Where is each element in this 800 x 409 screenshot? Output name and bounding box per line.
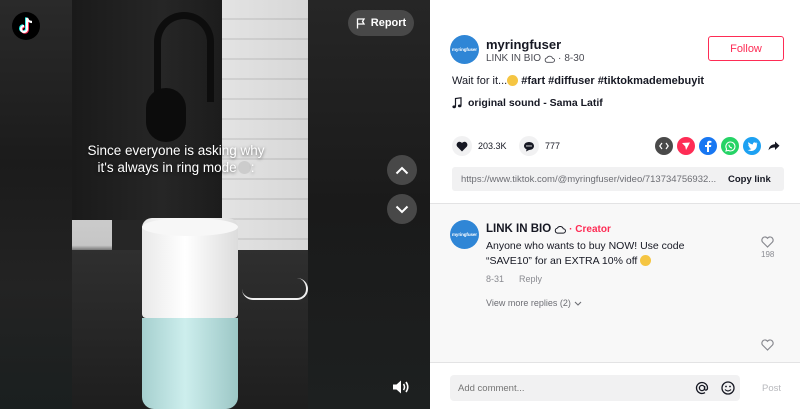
- send-icon[interactable]: [677, 137, 695, 155]
- report-button[interactable]: Report: [348, 10, 414, 36]
- video-url[interactable]: https://www.tiktok.com/@myringfuser/vide…: [452, 174, 722, 185]
- volume-button[interactable]: [388, 374, 414, 400]
- diffuser-top: [142, 218, 238, 318]
- comment-text: Anyone who wants to buy NOW! Use code “S…: [486, 239, 726, 269]
- mention-icon[interactable]: [694, 380, 710, 396]
- comment-like-count: 198: [761, 250, 775, 259]
- comment-stat[interactable]: 777: [519, 136, 560, 156]
- post-button[interactable]: Post: [762, 383, 781, 394]
- hashtags[interactable]: #fart #diffuser #tiktokmademebuyit: [521, 75, 704, 87]
- cloud-icon: [554, 225, 567, 234]
- avatar-text: myringfuser: [452, 47, 477, 52]
- commenter-avatar-text: myringfuser: [452, 232, 477, 237]
- commenter-name[interactable]: LINK IN BIO: [486, 223, 551, 235]
- post-date: 8-30: [564, 53, 585, 64]
- diffuser-bottom: [142, 318, 238, 409]
- tiktok-video-page: Since everyone is asking why it's always…: [0, 0, 800, 409]
- next-video-button[interactable]: [387, 194, 417, 224]
- info-panel: myringfuser myringfuser LINK IN BIO · 8-…: [430, 0, 800, 409]
- headphone-cup: [146, 88, 186, 142]
- video-blur-left: [0, 0, 72, 409]
- heart-outline-icon[interactable]: [761, 236, 774, 248]
- copy-link-button[interactable]: Copy link: [722, 174, 771, 185]
- speaker-icon: [393, 380, 409, 394]
- description-text: Wait for it...: [452, 75, 508, 87]
- report-label: Report: [370, 17, 407, 29]
- video-caption: Since everyone is asking why it's always…: [87, 143, 265, 175]
- emoji-icon: [640, 255, 652, 266]
- music-link[interactable]: original sound - Sama Latif: [452, 97, 603, 109]
- heart-outline-icon[interactable]: [761, 339, 774, 351]
- whatsapp-icon[interactable]: [721, 137, 739, 155]
- video-description: Wait for it... #fart #diffuser #tiktokma…: [452, 75, 704, 87]
- view-more-label: View more replies (2): [486, 298, 571, 308]
- emoji-picker-icon[interactable]: [720, 380, 736, 396]
- facebook-icon[interactable]: [699, 137, 717, 155]
- chevron-up-icon: [395, 166, 409, 174]
- like-count: 203.3K: [478, 141, 507, 151]
- comment-bar: Post: [430, 362, 800, 409]
- creator-badge: · Creator: [569, 223, 611, 235]
- share-arrow-icon[interactable]: [765, 137, 783, 155]
- comment-body: Anyone who wants to buy NOW! Use code “S…: [486, 240, 685, 267]
- comment-count: 777: [545, 141, 561, 151]
- author-username[interactable]: myringfuser: [486, 37, 561, 52]
- comment-date: 8-31: [486, 274, 505, 284]
- video-player[interactable]: Since everyone is asking why it's always…: [0, 0, 430, 409]
- embed-icon[interactable]: [655, 137, 673, 155]
- follow-button[interactable]: Follow: [708, 36, 784, 61]
- music-title: original sound - Sama Latif: [468, 97, 603, 109]
- cable: [242, 278, 308, 300]
- author-nickname-line: LINK IN BIO · 8-30: [486, 53, 584, 64]
- video-frame[interactable]: [72, 0, 308, 409]
- author-nickname: LINK IN BIO: [486, 53, 542, 64]
- chevron-down-icon: [395, 205, 409, 213]
- skull-emoji-icon: [237, 161, 251, 174]
- like-stat[interactable]: 203.3K: [452, 136, 507, 156]
- next-comment-like[interactable]: [761, 339, 774, 351]
- flag-icon: [356, 17, 365, 28]
- tiktok-logo-icon[interactable]: [12, 12, 40, 40]
- copy-link-box: https://www.tiktok.com/@myringfuser/vide…: [452, 167, 784, 191]
- chevron-down-icon: [574, 301, 582, 306]
- author-avatar[interactable]: myringfuser: [450, 35, 479, 64]
- commenter-avatar[interactable]: myringfuser: [450, 220, 479, 249]
- share-row: [655, 137, 783, 155]
- view-more-replies[interactable]: View more replies (2): [486, 298, 582, 308]
- comment-bubble-icon[interactable]: [519, 136, 539, 156]
- cloud-icon: [544, 55, 555, 63]
- music-note-icon: [452, 97, 462, 109]
- heart-icon[interactable]: [452, 136, 472, 156]
- previous-video-button[interactable]: [387, 155, 417, 185]
- comment-like[interactable]: 198: [761, 236, 774, 259]
- reply-button[interactable]: Reply: [519, 274, 542, 284]
- commenter-name-line: LINK IN BIO · Creator: [486, 223, 611, 235]
- twitter-icon[interactable]: [743, 137, 761, 155]
- date-separator: ·: [558, 53, 562, 64]
- grimace-emoji-icon: [507, 75, 519, 86]
